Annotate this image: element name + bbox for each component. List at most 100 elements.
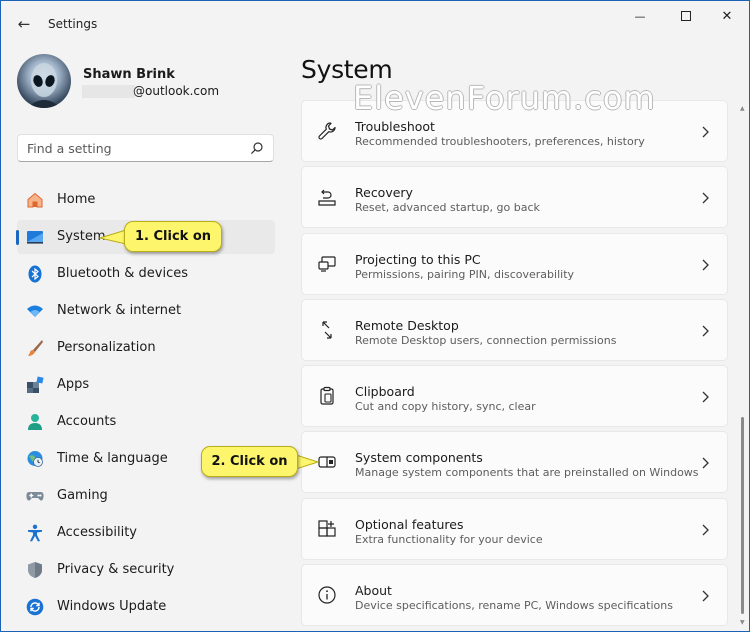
chevron-right-icon: [702, 192, 709, 204]
scroll-up-icon[interactable]: ▲: [740, 105, 745, 112]
shield-icon: [26, 561, 44, 579]
maximize-button[interactable]: [663, 1, 709, 31]
callout-2-pointer: [295, 454, 319, 470]
sidebar-item-label: Home: [57, 192, 96, 207]
sidebar-item-privacy[interactable]: Privacy & security: [17, 553, 275, 587]
callout-step-1-text: 1. Click on: [134, 229, 212, 244]
chevron-right-icon: [702, 259, 709, 271]
home-icon: [26, 191, 44, 209]
card-description: Device specifications, rename PC, Window…: [355, 599, 673, 612]
card-title: Troubleshoot: [355, 119, 435, 134]
sidebar-item-personalization[interactable]: Personalization: [17, 331, 275, 365]
scroll-thumb[interactable]: [741, 417, 744, 614]
sync-icon: [26, 598, 44, 616]
card-recovery[interactable]: Recovery Reset, advanced startup, go bac…: [301, 166, 728, 228]
avatar[interactable]: [17, 54, 71, 108]
profile-name: Shawn Brink: [83, 67, 175, 82]
sidebar-item-label: Time & language: [57, 451, 168, 466]
close-icon: ✕: [721, 8, 733, 24]
card-description: Extra functionality for your device: [355, 533, 543, 546]
chevron-right-icon: [702, 126, 709, 138]
sidebar-item-label: Windows Update: [57, 599, 167, 614]
card-title: Optional features: [355, 517, 464, 532]
apps-icon: [26, 376, 44, 394]
sidebar-item-label: Bluetooth & devices: [57, 266, 188, 281]
alien-avatar-icon: [27, 63, 61, 108]
chevron-right-icon: [702, 524, 709, 536]
globe-clock-icon: [26, 450, 44, 468]
sidebar-item-apps[interactable]: Apps: [17, 368, 275, 402]
sidebar-item-label: Accounts: [57, 414, 117, 429]
scrollbar[interactable]: ▲ ▼: [739, 99, 747, 629]
close-button[interactable]: ✕: [704, 1, 749, 31]
card-about[interactable]: About Device specifications, rename PC, …: [301, 564, 728, 626]
recovery-icon: [317, 187, 337, 207]
card-description: Cut and copy history, sync, clear: [355, 400, 536, 413]
card-title: Clipboard: [355, 384, 415, 399]
chevron-right-icon: [702, 391, 709, 403]
person-icon: [26, 413, 44, 431]
card-troubleshoot[interactable]: Troubleshoot Recommended troubleshooters…: [301, 100, 728, 162]
maximize-icon: [681, 11, 691, 21]
sidebar-item-label: Network & internet: [57, 303, 182, 318]
card-optional-features[interactable]: Optional features Extra functionality fo…: [301, 498, 728, 560]
wrench-icon: [317, 121, 337, 141]
search-icon[interactable]: [250, 141, 264, 155]
system-components-icon: [317, 452, 337, 472]
settings-window: ← Settings — ✕ Shawn Brink @outlook.com: [0, 0, 750, 632]
sidebar-item-label: Gaming: [57, 488, 108, 503]
sidebar-item-label: Personalization: [57, 340, 156, 355]
card-title: Remote Desktop: [355, 318, 459, 333]
sidebar-item-network[interactable]: Network & internet: [17, 294, 275, 328]
callout-step-1: 1. Click on: [124, 221, 222, 252]
sidebar-item-label: Apps: [57, 377, 90, 392]
card-projecting[interactable]: Projecting to this PC Permissions, pairi…: [301, 233, 728, 295]
info-icon: [317, 585, 337, 605]
sidebar-item-label: Accessibility: [57, 525, 137, 540]
sidebar-item-accessibility[interactable]: Accessibility: [17, 516, 275, 550]
card-description: Remote Desktop users, connection permiss…: [355, 334, 617, 347]
selection-indicator: [16, 230, 19, 245]
chevron-right-icon: [702, 590, 709, 602]
sidebar-item-gaming[interactable]: Gaming: [17, 479, 275, 513]
card-clipboard[interactable]: Clipboard Cut and copy history, sync, cl…: [301, 365, 728, 427]
card-title: System components: [355, 450, 483, 465]
optional-features-icon: [317, 519, 337, 539]
card-title: Projecting to this PC: [355, 252, 481, 267]
projector-icon: [317, 254, 337, 274]
search-input[interactable]: [18, 135, 238, 161]
minimize-icon: —: [634, 9, 646, 23]
gamepad-icon: [26, 487, 44, 505]
profile-email: @outlook.com: [133, 84, 220, 98]
chevron-right-icon: [702, 457, 709, 469]
card-description: Recommended troubleshooters, preferences…: [355, 135, 645, 148]
sidebar-item-accounts[interactable]: Accounts: [17, 405, 275, 439]
search-box[interactable]: [17, 134, 274, 162]
callout-step-2: 2. Click on: [201, 446, 298, 477]
window-title: Settings: [48, 17, 98, 31]
clipboard-icon: [317, 386, 337, 406]
chevron-right-icon: [702, 325, 709, 337]
sidebar-item-windows-update[interactable]: Windows Update: [17, 590, 275, 624]
card-description: Permissions, pairing PIN, discoverabilit…: [355, 268, 575, 281]
monitor-icon: [26, 228, 44, 246]
bluetooth-icon: [26, 265, 44, 283]
email-redaction: [82, 85, 135, 98]
accessibility-icon: [26, 524, 44, 542]
card-remote-desktop[interactable]: Remote Desktop Remote Desktop users, con…: [301, 299, 728, 361]
remote-desktop-icon: [317, 320, 337, 340]
minimize-button[interactable]: —: [617, 1, 663, 31]
card-description: Manage system components that are preins…: [355, 466, 699, 479]
back-button[interactable]: ←: [11, 12, 37, 36]
card-system-components[interactable]: System components Manage system componen…: [301, 431, 728, 493]
wifi-icon: [26, 302, 44, 320]
callout-1-pointer: [99, 229, 127, 245]
title-bar: ← Settings — ✕: [1, 1, 749, 47]
card-description: Reset, advanced startup, go back: [355, 201, 540, 214]
sidebar-item-label: Privacy & security: [57, 562, 175, 577]
sidebar-item-bluetooth[interactable]: Bluetooth & devices: [17, 257, 275, 291]
paintbrush-icon: [26, 339, 44, 357]
scroll-down-icon[interactable]: ▼: [740, 619, 745, 626]
sidebar-item-home[interactable]: Home: [17, 183, 275, 217]
back-arrow-icon: ←: [17, 15, 31, 33]
